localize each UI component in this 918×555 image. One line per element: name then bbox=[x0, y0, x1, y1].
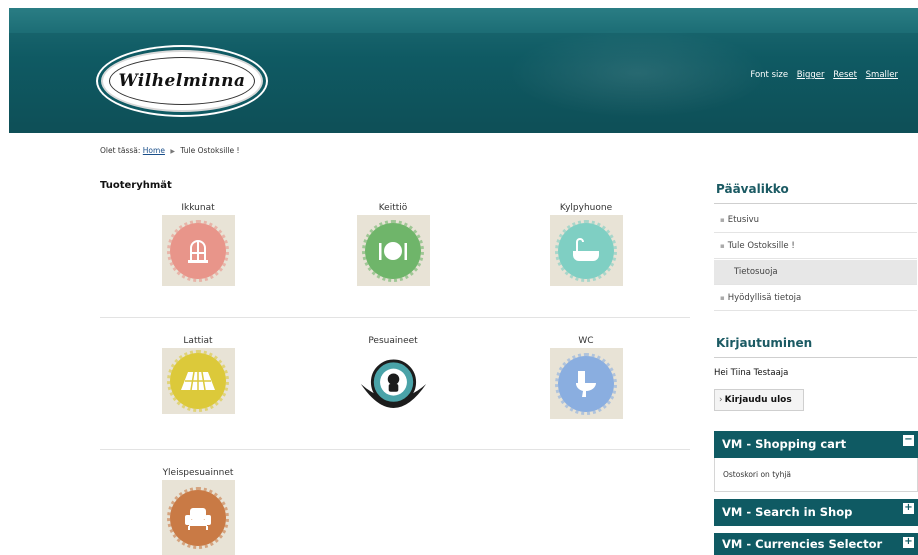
logout-button[interactable]: › Kirjaudu ulos bbox=[714, 389, 804, 411]
menu-item-label: Hyödyllisä tietoja bbox=[727, 293, 802, 303]
shopping-cart-header[interactable]: VM - Shopping cart − bbox=[714, 431, 918, 458]
menu-item-hyodyllisa-tietoja[interactable]: ▪ Hyödyllisä tietoja bbox=[714, 286, 917, 311]
floor-icon bbox=[167, 350, 229, 412]
font-size-controls: Font size Bigger Reset Smaller bbox=[750, 70, 898, 80]
category-image[interactable] bbox=[161, 480, 235, 555]
armchair-icon bbox=[167, 486, 229, 549]
page-title: Tuoteryhmät bbox=[100, 180, 172, 191]
font-smaller-link[interactable]: Smaller bbox=[866, 70, 898, 80]
category-label[interactable]: Pesuaineet bbox=[333, 334, 453, 348]
bullet-icon: ▪ bbox=[720, 216, 725, 224]
currency-selector-header[interactable]: VM - Currencies Selector + bbox=[714, 533, 918, 555]
cart-empty-text: Ostoskori on tyhjä bbox=[723, 470, 792, 479]
category-image[interactable] bbox=[549, 348, 623, 419]
window-icon bbox=[167, 219, 229, 282]
category-label[interactable]: Kylpyhuone bbox=[526, 201, 646, 215]
category-image[interactable] bbox=[357, 348, 430, 422]
category-pesuaineet[interactable]: Pesuaineet bbox=[333, 334, 453, 422]
category-image[interactable] bbox=[161, 215, 235, 286]
menu-item-etusivu[interactable]: ▪ Etusivu bbox=[714, 208, 917, 233]
menu-item-tietosuoja[interactable]: Tietosuoja bbox=[714, 260, 917, 285]
category-label[interactable]: Lattiat bbox=[138, 334, 258, 348]
font-size-label: Font size bbox=[750, 70, 789, 80]
bullet-icon: ▪ bbox=[720, 242, 725, 250]
category-ikkunat[interactable]: Ikkunat bbox=[138, 201, 258, 286]
brand-emblem-icon bbox=[360, 359, 426, 409]
font-bigger-link[interactable]: Bigger bbox=[797, 70, 825, 80]
plate-cutlery-icon bbox=[362, 219, 424, 282]
bullet-icon: ▪ bbox=[720, 294, 725, 302]
category-label[interactable]: WC bbox=[526, 334, 646, 348]
currency-selector-title: VM - Currencies Selector bbox=[722, 537, 883, 551]
row-divider bbox=[100, 317, 690, 318]
main-menu-title: Päävalikko bbox=[716, 182, 789, 196]
breadcrumb: Olet tässä: Home ▶ Tule Ostoksille ! bbox=[100, 146, 239, 155]
expand-icon[interactable]: + bbox=[903, 503, 914, 514]
category-image[interactable] bbox=[549, 215, 623, 286]
category-kylpyhuone[interactable]: Kylpyhuone bbox=[526, 201, 646, 286]
search-shop-header[interactable]: VM - Search in Shop + bbox=[714, 499, 918, 526]
logo-frame: Wilhelminna bbox=[109, 57, 255, 105]
menu-title-rule bbox=[714, 203, 917, 204]
logo-text: Wilhelminna bbox=[118, 71, 246, 91]
collapse-icon[interactable]: − bbox=[903, 435, 914, 446]
header-band bbox=[9, 8, 918, 33]
category-yleispesuainnet[interactable]: Yleispesuainnet bbox=[138, 466, 258, 555]
category-lattiat[interactable]: Lattiat bbox=[138, 334, 258, 414]
shopping-cart-body: Ostoskori on tyhjä bbox=[714, 458, 918, 492]
toilet-icon bbox=[555, 352, 617, 415]
logout-label: Kirjaudu ulos bbox=[724, 395, 792, 405]
bathtub-icon bbox=[555, 219, 617, 282]
expand-icon[interactable]: + bbox=[903, 537, 914, 548]
login-title-rule bbox=[714, 357, 917, 358]
user-greeting: Hei Tiina Testaaja bbox=[714, 368, 789, 378]
breadcrumb-prefix: Olet tässä: bbox=[100, 146, 141, 155]
chevron-right-icon: › bbox=[719, 395, 723, 405]
site-header: Wilhelminna Font size Bigger Reset Small… bbox=[9, 8, 918, 133]
menu-item-label: Etusivu bbox=[727, 215, 760, 225]
breadcrumb-separator-icon: ▶ bbox=[170, 148, 175, 155]
search-shop-title: VM - Search in Shop bbox=[722, 505, 853, 519]
category-label[interactable]: Keittiö bbox=[333, 201, 453, 215]
login-title: Kirjautuminen bbox=[716, 336, 813, 350]
menu-item-label: Tietosuoja bbox=[734, 267, 778, 277]
menu-item-tule-ostoksille[interactable]: ▪ Tule Ostoksille ! bbox=[714, 234, 917, 259]
row-divider bbox=[100, 449, 690, 450]
header-glow bbox=[508, 28, 768, 118]
category-image[interactable] bbox=[356, 215, 430, 286]
menu-item-label: Tule Ostoksille ! bbox=[727, 241, 795, 251]
site-logo[interactable]: Wilhelminna bbox=[101, 50, 263, 112]
category-wc[interactable]: WC bbox=[526, 334, 646, 419]
category-label[interactable]: Yleispesuainnet bbox=[138, 466, 258, 480]
shopping-cart-title: VM - Shopping cart bbox=[722, 437, 847, 451]
category-label[interactable]: Ikkunat bbox=[138, 201, 258, 215]
breadcrumb-current: Tule Ostoksille ! bbox=[180, 146, 240, 155]
category-image[interactable] bbox=[161, 348, 235, 414]
breadcrumb-home-link[interactable]: Home bbox=[143, 146, 165, 155]
font-reset-link[interactable]: Reset bbox=[833, 70, 857, 80]
category-keittio[interactable]: Keittiö bbox=[333, 201, 453, 286]
